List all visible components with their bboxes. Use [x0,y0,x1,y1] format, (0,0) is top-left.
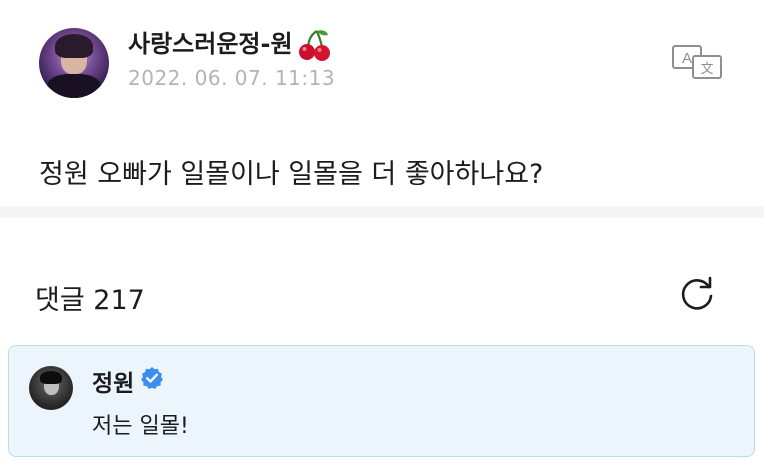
author-avatar[interactable] [39,28,109,98]
author-name[interactable]: 사랑스러운정-원 [128,30,293,58]
cherry-icon [298,30,330,61]
commenter-avatar-hair [40,371,62,384]
commenter-name[interactable]: 정원 [92,364,134,398]
post-question: 정원 오빠가 일몰이나 일몰을 더 좋아하나요? [39,159,544,190]
translate-icon[interactable]: A 文 [671,42,723,80]
author-name-row[interactable]: 사랑스러운정-원 [128,24,331,62]
commenter-avatar[interactable] [29,366,73,410]
section-divider [0,206,764,218]
avatar-body [47,74,101,98]
avatar-hair [55,34,93,58]
comment-card[interactable]: 정원 저는 일몰! [8,345,755,457]
svg-text:文: 文 [700,62,713,77]
comment-text: 저는 일몰! [92,414,189,439]
refresh-icon[interactable] [676,273,718,315]
comments-count-label: 댓글 217 [35,285,145,316]
svg-text:A: A [682,50,692,67]
verified-badge-icon [141,367,163,389]
post-timestamp: 2022. 06. 07. 11:13 [128,66,336,90]
post-header: 사랑스러운정-원 2022. 06. 07. 11:13 A 文 [0,0,764,120]
